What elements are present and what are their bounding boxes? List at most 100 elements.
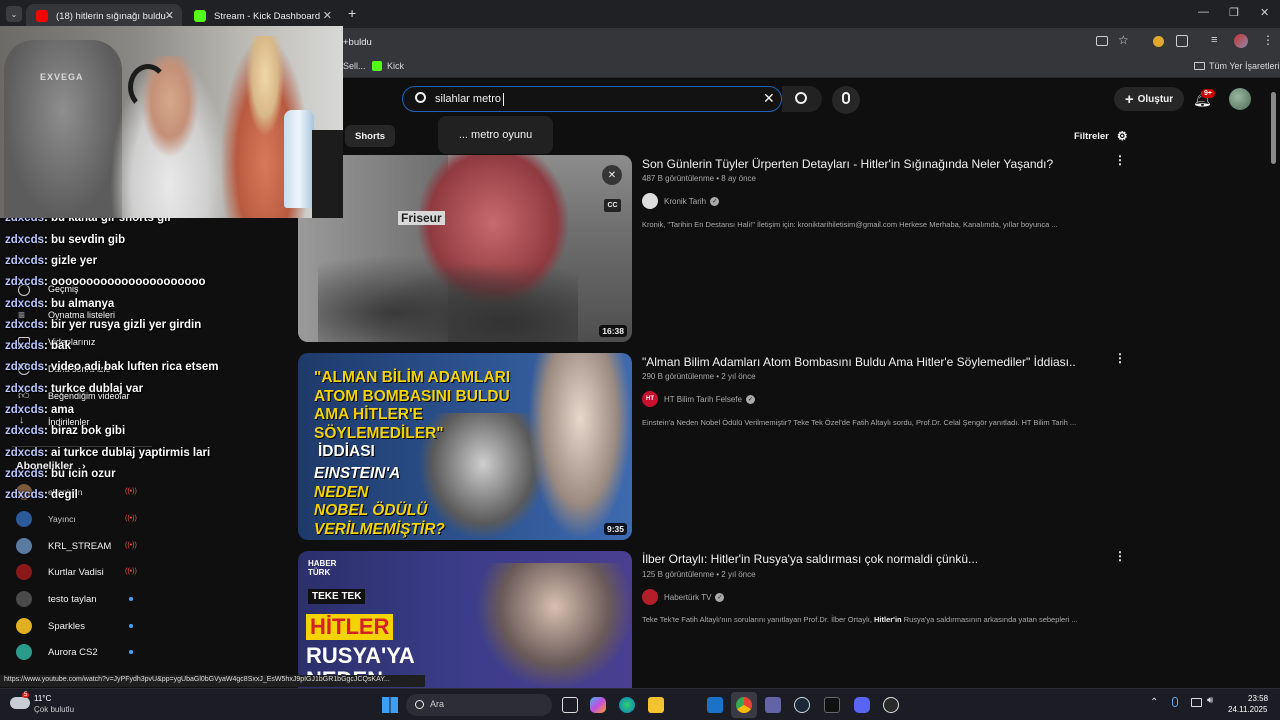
video-meta: 125 B görüntülenme • 2 yıl önce — [642, 570, 756, 579]
copilot-icon[interactable] — [590, 697, 606, 713]
file-explorer-icon[interactable] — [648, 697, 664, 713]
install-app-icon[interactable] — [1096, 36, 1108, 46]
notification-count-badge: 9+ — [1201, 89, 1215, 98]
restore-icon[interactable]: ❐ — [1229, 6, 1239, 19]
video-thumbnail[interactable]: "ALMAN BİLİM ADAMLARI ATOM BOMBASINI BUL… — [298, 353, 632, 540]
subscription-item[interactable]: Kurtlar Vadisi ((•)) — [16, 563, 137, 581]
chair-brand-text: EXVEGA — [40, 72, 84, 82]
video-description: Einstein'a Neden Nobel Ödülü Verilmemişt… — [642, 418, 1077, 427]
text-cursor — [503, 93, 504, 106]
discord-icon[interactable] — [854, 697, 870, 713]
channel-link[interactable]: Kronik Tarih ✓ — [642, 193, 720, 209]
channel-avatar: HT — [642, 391, 658, 407]
microphone-icon — [842, 92, 850, 104]
video-thumbnail[interactable]: HABER TÜRK TEKE TEK HİTLER RUSYA'YA NEDE… — [298, 551, 632, 688]
tray-clock-date[interactable]: 24.11.2025 — [1228, 705, 1267, 714]
edge-icon[interactable] — [619, 697, 635, 713]
tray-mic-icon[interactable] — [1172, 697, 1178, 707]
video-meta: 290 B görüntülenme • 2 yıl önce — [642, 372, 756, 381]
channel-avatar — [16, 644, 32, 660]
subscription-item[interactable]: KRL_STREAM ((•)) — [16, 537, 137, 555]
plus-icon: + — [1124, 90, 1134, 108]
video-menu-icon[interactable]: ⋮ — [1114, 153, 1126, 167]
video-title[interactable]: İlber Ortaylı: Hitler'in Rusya'ya saldır… — [642, 552, 978, 566]
tray-display-icon[interactable] — [1191, 698, 1202, 707]
account-avatar[interactable] — [1229, 88, 1251, 110]
chip-shorts[interactable]: Shorts — [345, 125, 396, 147]
video-title[interactable]: Son Günlerin Tüyler Ürperten Detayları -… — [642, 157, 1053, 171]
chat-username: zdxcds — [5, 404, 44, 416]
steam-icon[interactable] — [794, 697, 810, 713]
create-button[interactable]: + Oluştur — [1114, 87, 1184, 111]
search-button[interactable] — [782, 86, 822, 112]
extensions-puzzle-icon[interactable] — [1176, 35, 1188, 47]
outlook-icon[interactable] — [707, 697, 723, 713]
close-tab-icon[interactable]: ✕ — [165, 9, 174, 22]
star-bookmark-icon[interactable]: ☆ — [1118, 33, 1129, 47]
chat-message: zdxcds: video adi bak luften rica etsem — [5, 361, 218, 373]
extension-badge-icon[interactable] — [1153, 36, 1164, 47]
taskbar-search[interactable]: Ara — [406, 694, 552, 716]
close-tab-icon[interactable]: ✕ — [323, 9, 332, 22]
search-icon — [415, 700, 424, 709]
subscription-item[interactable]: Sparkles — [16, 617, 133, 635]
subscription-name: Yayıncı — [48, 514, 76, 524]
reading-list-icon[interactable]: ≡ — [1211, 34, 1217, 46]
chat-text: : oooooooooooooooooooooo — [44, 276, 206, 289]
live-icon: ((•)) — [125, 568, 137, 575]
browser-menu-icon[interactable]: ⋮ — [1262, 33, 1274, 47]
mute-icon[interactable]: ✕ — [602, 165, 622, 185]
tab-list-icon[interactable]: ⌄ — [6, 6, 22, 22]
new-content-dot — [129, 650, 133, 654]
search-input[interactable]: silahlar metro — [435, 93, 504, 105]
new-tab-icon[interactable]: + — [348, 5, 356, 21]
channel-link[interactable]: HT HT Bilim Tarih Felsefe ✓ — [642, 391, 755, 407]
taskbar-search-input: Ara — [430, 699, 445, 709]
chat-username: zdxcds — [5, 233, 44, 246]
address-bar-text[interactable]: +buldu — [343, 37, 372, 48]
close-window-icon[interactable]: ✕ — [1260, 6, 1269, 19]
video-thumbnail[interactable]: Friseur ✕ CC 16:38 — [298, 155, 632, 342]
obs-icon[interactable] — [883, 697, 899, 713]
tray-volume-icon[interactable]: 🔊︎ — [1207, 695, 1213, 706]
tray-chevron-icon[interactable]: ⌃ — [1150, 697, 1158, 708]
weather-cloud-icon[interactable] — [10, 697, 30, 709]
video-duration: 9:35 — [603, 523, 627, 535]
bookmark-sell[interactable]: Sell... — [343, 61, 366, 71]
new-content-dot — [129, 624, 133, 628]
video-menu-icon[interactable]: ⋮ — [1114, 549, 1126, 563]
brand-line: HABER — [308, 559, 337, 568]
subscription-item[interactable]: testo taylan — [16, 590, 133, 608]
desc-highlight: Hitler'in — [874, 615, 902, 624]
thumb-caption-top: "ALMAN BİLİM ADAMLARI ATOM BOMBASINI BUL… — [314, 369, 510, 462]
clear-search-icon[interactable]: ✕ — [763, 90, 775, 107]
video-menu-icon[interactable]: ⋮ — [1114, 351, 1126, 365]
teams-icon[interactable] — [765, 697, 781, 713]
chat-text: : degil — [44, 489, 78, 502]
chat-message: zdxcds: biraz bok gibi — [5, 425, 125, 437]
subscription-item[interactable]: Yayıncı ((•)) — [16, 510, 137, 528]
app-icon[interactable] — [824, 697, 840, 713]
subscription-name: Sparkles — [48, 620, 85, 632]
link-status-bar: https://www.youtube.com/watch?v=JyPFydh3… — [0, 675, 425, 687]
tab-youtube[interactable]: (18) hitlerin sığınağı buldu - Yo ✕ — [26, 4, 182, 28]
all-bookmarks-link[interactable]: Tüm Yer İşaretleri — [1209, 61, 1280, 71]
page-scrollbar[interactable] — [1271, 92, 1276, 164]
search-suggestion[interactable]: ... metro oyunu — [438, 116, 553, 154]
subscription-item[interactable]: Aurora CS2 — [16, 643, 133, 661]
bookmark-kick[interactable]: Kick — [387, 61, 404, 71]
filters-button[interactable]: Filtreler ⚙︎ — [1064, 125, 1138, 147]
task-view-icon[interactable] — [562, 697, 578, 713]
search-box[interactable]: silahlar metro ✕ — [402, 86, 782, 112]
voice-search-button[interactable] — [832, 86, 860, 114]
windows-start-icon[interactable] — [382, 697, 398, 713]
profile-avatar-icon[interactable] — [1234, 34, 1248, 48]
video-title[interactable]: "Alman Bilim Adamları Atom Bombasını Bul… — [642, 355, 1076, 369]
tray-clock-time[interactable]: 23:58 — [1248, 694, 1268, 703]
captions-icon[interactable]: CC — [604, 199, 621, 212]
chrome-icon[interactable] — [736, 697, 752, 713]
minimize-icon[interactable]: — — [1198, 6, 1209, 18]
tab-kick-dashboard[interactable]: Stream - Kick Dashboard ✕ — [184, 4, 340, 28]
filters-label: Filtreler — [1074, 130, 1109, 142]
channel-link[interactable]: Habertürk TV ✓ — [642, 589, 725, 605]
